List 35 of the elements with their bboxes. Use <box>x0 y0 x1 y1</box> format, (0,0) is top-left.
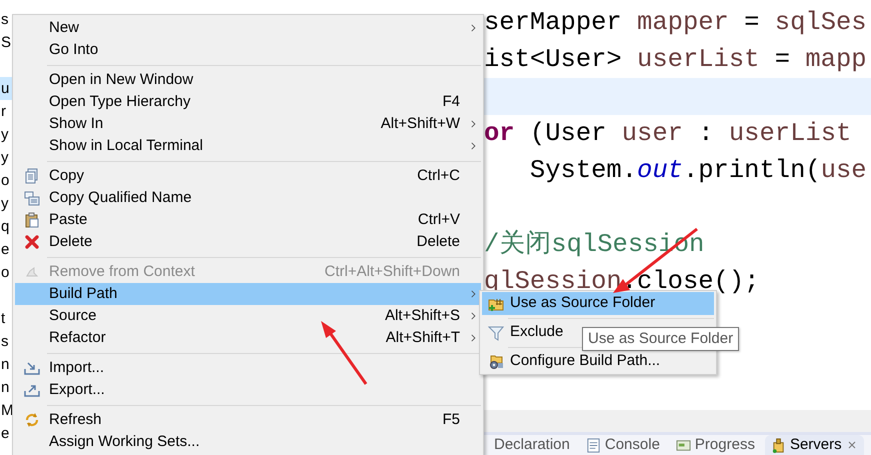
menu-item-label: Open Type Hierarchy <box>49 92 192 112</box>
menu-item-label: Copy <box>49 166 86 186</box>
code-line: or (User user : userList <box>484 119 852 148</box>
menu-item-label: Show In <box>49 114 104 134</box>
menu-item-label: Build Path <box>49 284 118 304</box>
menu-item-label: Open in New Window <box>49 70 194 90</box>
menu-item-label: Assign Working Sets... <box>49 432 201 452</box>
menu-item-label: Use as Source Folder <box>510 294 656 314</box>
menu-item-label: Paste <box>49 210 88 230</box>
menu-item-label: Exclude <box>510 322 564 342</box>
code-line: serMapper mapper = sqlSes <box>484 8 867 37</box>
shortcut-text: F4 <box>442 92 461 112</box>
menu-item-label: Configure Build Path... <box>510 351 660 372</box>
menu-item-label: Source <box>49 306 98 326</box>
menu-item-label: Refactor <box>49 328 107 348</box>
code-line: ist<User> userList = mapp <box>484 45 867 74</box>
menu-item-label: Refresh <box>49 410 103 430</box>
menu-item-label: Remove from Context <box>49 262 196 282</box>
menu-item-label: Export... <box>49 380 106 400</box>
shortcut-text: Alt+Shift+W <box>380 114 461 134</box>
shortcut-text: Alt+Shift+T <box>386 328 461 348</box>
menu-item-label: Go Into <box>49 40 100 60</box>
shortcut-text: Delete <box>416 232 461 252</box>
shortcut-text: Ctrl+Alt+Shift+Down <box>324 262 461 282</box>
code-line: System.out.println(use <box>528 156 867 185</box>
shortcut-text: Ctrl+V <box>418 210 461 230</box>
tooltip: Use as Source Folder <box>582 327 740 351</box>
menu-item-label: Import... <box>49 358 106 378</box>
shortcut-text: Ctrl+C <box>417 166 461 186</box>
menu-item-label: Delete <box>49 232 94 252</box>
menu-item-label: New <box>49 18 80 38</box>
menu-item-label: Show in Local Terminal <box>49 136 204 156</box>
shortcut-text: Alt+Shift+S <box>384 306 461 326</box>
menu-item-label: Copy Qualified Name <box>49 188 193 208</box>
shortcut-text: F5 <box>442 410 461 430</box>
